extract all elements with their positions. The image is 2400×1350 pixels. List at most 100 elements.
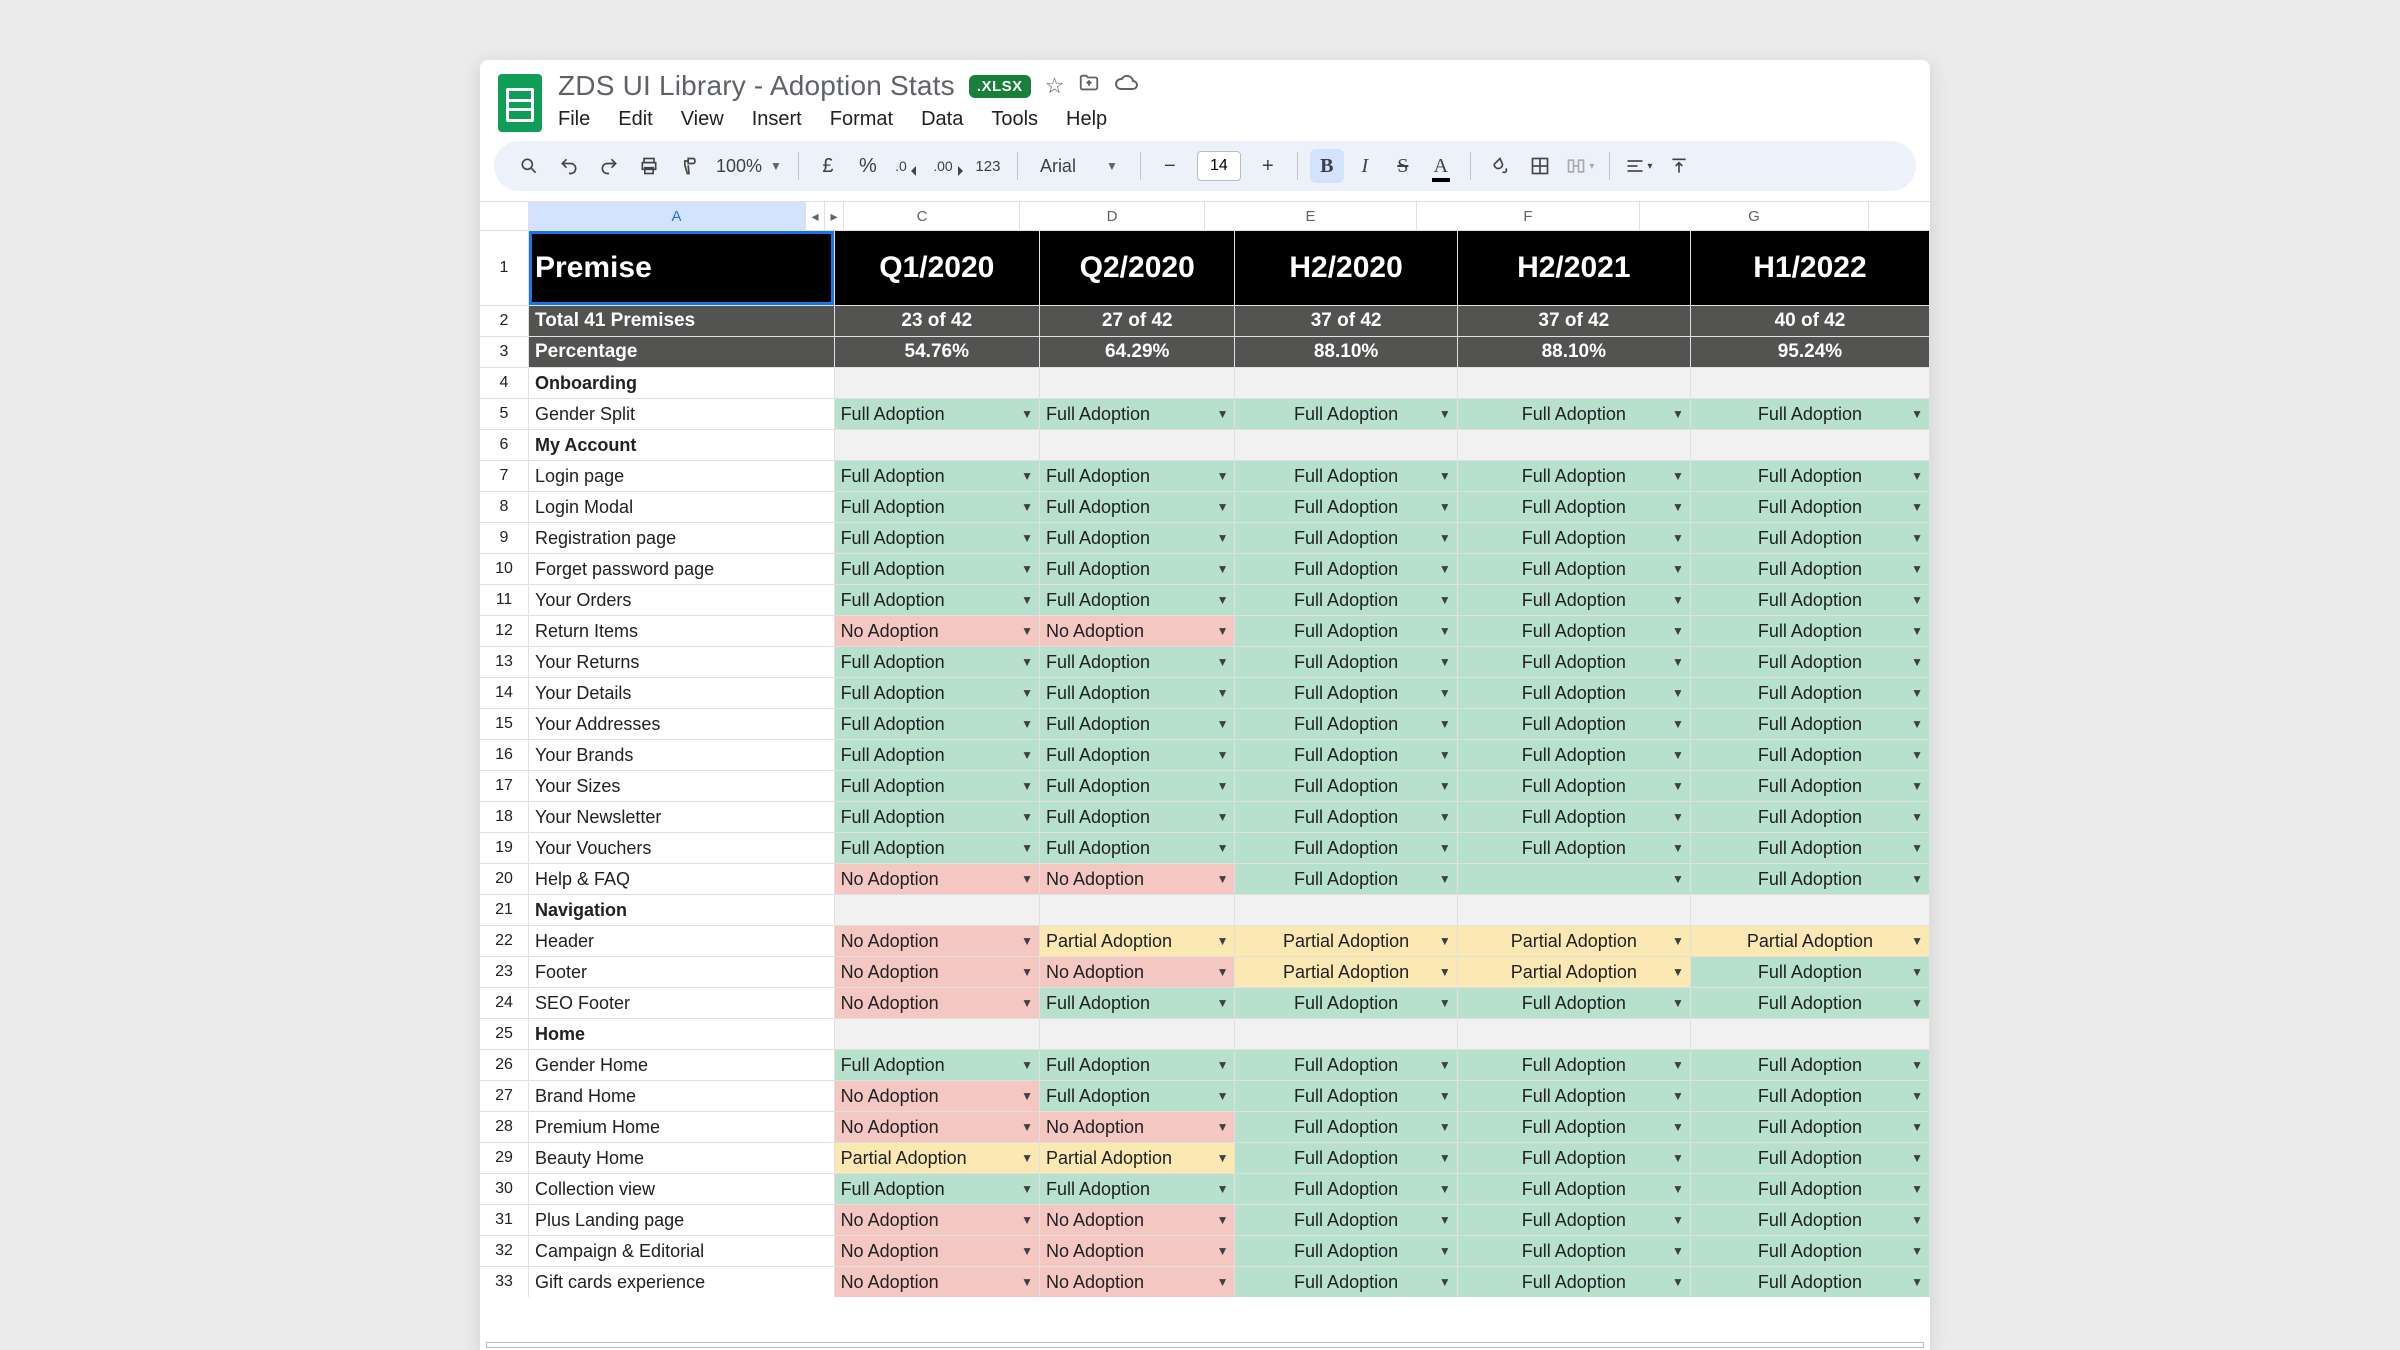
dropdown-icon[interactable]: ▼ — [1021, 779, 1033, 793]
dropdown-icon[interactable]: ▼ — [1439, 1089, 1451, 1103]
row-header[interactable]: 16 — [480, 740, 529, 770]
dropdown-icon[interactable]: ▼ — [1911, 996, 1923, 1010]
dropdown-icon[interactable]: ▼ — [1672, 686, 1684, 700]
dropdown-icon[interactable]: ▼ — [1021, 655, 1033, 669]
dropdown-icon[interactable]: ▼ — [1021, 593, 1033, 607]
undo-icon[interactable] — [552, 149, 586, 183]
row-header[interactable]: 25 — [480, 1019, 529, 1049]
menu-format[interactable]: Format — [830, 108, 893, 131]
cell[interactable]: No Adoption▼ — [835, 616, 1040, 646]
strikethrough-button[interactable]: S — [1386, 149, 1420, 183]
cell[interactable]: Partial Adoption▼ — [1235, 957, 1457, 987]
cell[interactable]: Full Adoption▼ — [1691, 678, 1930, 708]
row-header[interactable]: 4 — [480, 368, 529, 398]
vertical-align-button[interactable] — [1662, 149, 1696, 183]
cell[interactable]: Full Adoption▼ — [1458, 492, 1691, 522]
cell[interactable]: Full Adoption▼ — [1235, 802, 1457, 832]
cell[interactable]: Full Adoption▼ — [1458, 1112, 1691, 1142]
cell[interactable]: Your Vouchers — [529, 833, 835, 863]
dropdown-icon[interactable]: ▼ — [1021, 1089, 1033, 1103]
cell[interactable]: Full Adoption▼ — [1458, 647, 1691, 677]
cell[interactable]: Full Adoption▼ — [1040, 523, 1235, 553]
dropdown-icon[interactable]: ▼ — [1021, 686, 1033, 700]
cell[interactable] — [835, 430, 1040, 460]
collapse-left-icon[interactable]: ◂ — [805, 202, 824, 230]
row-header[interactable]: 10 — [480, 554, 529, 584]
cell[interactable]: Partial Adoption▼ — [1235, 926, 1457, 956]
cell[interactable]: Full Adoption▼ — [1040, 554, 1235, 584]
cell[interactable] — [1691, 895, 1930, 925]
cell[interactable]: Full Adoption▼ — [1040, 461, 1235, 491]
dropdown-icon[interactable]: ▼ — [1672, 469, 1684, 483]
cell[interactable]: Home — [529, 1019, 835, 1049]
dropdown-icon[interactable]: ▼ — [1911, 593, 1923, 607]
cell[interactable]: Full Adoption▼ — [1458, 616, 1691, 646]
cell[interactable]: Premium Home — [529, 1112, 835, 1142]
dropdown-icon[interactable]: ▼ — [1217, 1089, 1229, 1103]
column-header-A[interactable]: A◂ — [529, 202, 825, 230]
cell[interactable] — [1040, 895, 1235, 925]
dropdown-icon[interactable]: ▼ — [1217, 965, 1229, 979]
dropdown-icon[interactable]: ▼ — [1021, 717, 1033, 731]
dropdown-icon[interactable]: ▼ — [1021, 469, 1033, 483]
cell[interactable]: Campaign & Editorial — [529, 1236, 835, 1266]
dropdown-icon[interactable]: ▼ — [1217, 996, 1229, 1010]
cell[interactable]: Full Adoption▼ — [835, 461, 1040, 491]
cell[interactable]: Footer — [529, 957, 835, 987]
cell[interactable]: Full Adoption▼ — [1235, 647, 1457, 677]
dropdown-icon[interactable]: ▼ — [1911, 1275, 1923, 1289]
dropdown-icon[interactable]: ▼ — [1217, 655, 1229, 669]
dropdown-icon[interactable]: ▼ — [1911, 841, 1923, 855]
cell[interactable]: Your Sizes — [529, 771, 835, 801]
cell[interactable]: Collection view — [529, 1174, 835, 1204]
cell[interactable] — [1040, 368, 1235, 398]
cell[interactable]: Full Adoption▼ — [1040, 802, 1235, 832]
currency-pound-icon[interactable]: £ — [811, 149, 845, 183]
row-header[interactable]: 3 — [480, 337, 529, 367]
dropdown-icon[interactable]: ▼ — [1672, 1244, 1684, 1258]
dropdown-icon[interactable]: ▼ — [1217, 1120, 1229, 1134]
cell[interactable]: Full Adoption▼ — [1691, 492, 1930, 522]
dropdown-icon[interactable]: ▼ — [1217, 407, 1229, 421]
cell[interactable]: Partial Adoption▼ — [1458, 926, 1691, 956]
cell[interactable]: Partial Adoption▼ — [835, 1143, 1040, 1173]
cell[interactable]: Full Adoption▼ — [835, 740, 1040, 770]
cell[interactable]: Full Adoption▼ — [1691, 647, 1930, 677]
cell[interactable]: Full Adoption▼ — [1458, 709, 1691, 739]
move-folder-icon[interactable] — [1078, 72, 1100, 100]
cell[interactable]: Gender Home — [529, 1050, 835, 1080]
cell[interactable]: Full Adoption▼ — [1040, 1174, 1235, 1204]
cell[interactable]: Total 41 Premises — [529, 306, 835, 336]
row-header[interactable]: 18 — [480, 802, 529, 832]
dropdown-icon[interactable]: ▼ — [1021, 407, 1033, 421]
cell[interactable]: Full Adoption▼ — [1458, 678, 1691, 708]
dropdown-icon[interactable]: ▼ — [1911, 1244, 1923, 1258]
redo-icon[interactable] — [592, 149, 626, 183]
cell[interactable]: Full Adoption▼ — [835, 1174, 1040, 1204]
cell[interactable] — [835, 368, 1040, 398]
cell[interactable]: Full Adoption▼ — [1235, 461, 1457, 491]
dropdown-icon[interactable]: ▼ — [1021, 1244, 1033, 1258]
cell[interactable]: Forget password page — [529, 554, 835, 584]
cell[interactable]: Full Adoption▼ — [1691, 1081, 1930, 1111]
row-header[interactable]: 5 — [480, 399, 529, 429]
cell[interactable]: Full Adoption▼ — [835, 833, 1040, 863]
cell[interactable]: Full Adoption▼ — [835, 802, 1040, 832]
cell[interactable]: Full Adoption▼ — [1235, 833, 1457, 863]
cell[interactable]: Gender Split — [529, 399, 835, 429]
cell[interactable]: SEO Footer — [529, 988, 835, 1018]
cell[interactable]: Full Adoption▼ — [1458, 1174, 1691, 1204]
dropdown-icon[interactable]: ▼ — [1217, 531, 1229, 545]
row-header[interactable]: 31 — [480, 1205, 529, 1235]
dropdown-icon[interactable]: ▼ — [1439, 531, 1451, 545]
menu-help[interactable]: Help — [1066, 108, 1107, 131]
cell[interactable] — [1235, 368, 1457, 398]
dropdown-icon[interactable]: ▼ — [1911, 500, 1923, 514]
row-header[interactable]: 21 — [480, 895, 529, 925]
decrease-font-icon[interactable]: − — [1153, 149, 1187, 183]
cell[interactable]: Full Adoption▼ — [1458, 399, 1691, 429]
cell[interactable]: Partial Adoption▼ — [1040, 926, 1235, 956]
dropdown-icon[interactable]: ▼ — [1672, 1058, 1684, 1072]
cell[interactable]: No Adoption▼ — [835, 988, 1040, 1018]
cell[interactable]: Full Adoption▼ — [1235, 399, 1457, 429]
